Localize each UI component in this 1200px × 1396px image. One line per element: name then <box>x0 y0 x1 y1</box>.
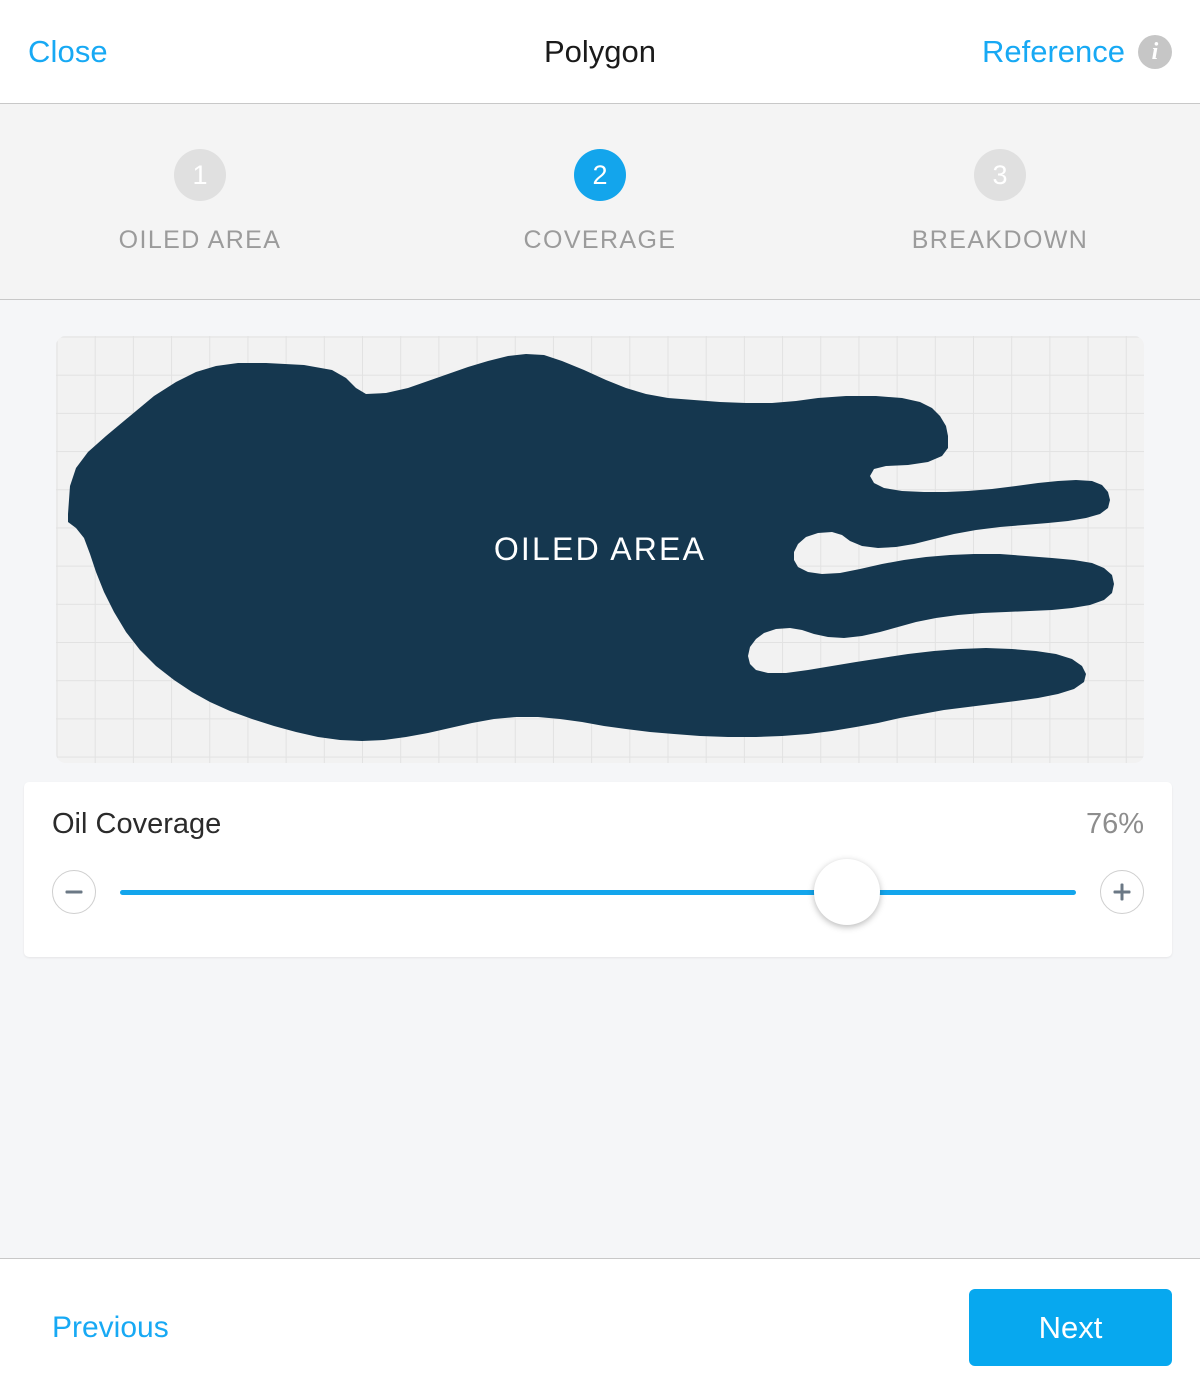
step-label-3: BREAKDOWN <box>911 226 1089 254</box>
oiled-area-polygon <box>68 354 1114 741</box>
slider-track[interactable] <box>120 889 1076 895</box>
slider-thumb[interactable] <box>813 859 880 925</box>
oiled-area-shape <box>68 354 1114 741</box>
app-header: Close Polygon Reference i <box>0 0 1200 104</box>
step-breakdown[interactable]: 3 BREAKDOWN <box>800 149 1200 255</box>
header-right-group: Reference i <box>982 34 1172 70</box>
main-content: OILED AREA Oil Coverage 76% <box>0 300 1200 1258</box>
step-number-2: 2 <box>573 149 626 201</box>
step-number-3: 3 <box>973 149 1026 201</box>
close-button[interactable]: Close <box>28 34 108 70</box>
wizard-footer: Previous Next <box>0 1258 1200 1396</box>
step-number-1: 1 <box>173 149 226 201</box>
info-icon[interactable]: i <box>1138 34 1172 69</box>
reference-button[interactable]: Reference <box>982 34 1125 70</box>
wizard-stepper: 1 OILED AREA 2 COVERAGE 3 BREAKDOWN <box>0 104 1200 300</box>
oil-coverage-value: 76% <box>1085 808 1144 840</box>
slider-track-area[interactable] <box>120 859 1076 925</box>
oil-coverage-label: Oil Coverage <box>52 808 222 840</box>
oil-coverage-card: Oil Coverage 76% <box>24 782 1172 957</box>
polygon-canvas[interactable]: OILED AREA <box>56 336 1144 763</box>
step-label-2: COVERAGE <box>523 226 677 254</box>
step-label-1: OILED AREA <box>118 226 282 254</box>
oil-coverage-header: Oil Coverage 76% <box>52 808 1144 841</box>
minus-icon[interactable] <box>52 870 96 914</box>
polygon-coverage-screen: Close Polygon Reference i 1 OILED AREA 2… <box>0 0 1200 1396</box>
previous-button[interactable]: Previous <box>28 1303 193 1353</box>
next-button[interactable]: Next <box>969 1289 1172 1366</box>
step-coverage[interactable]: 2 COVERAGE <box>400 149 800 255</box>
oil-coverage-slider-row <box>52 859 1144 925</box>
plus-icon[interactable] <box>1100 870 1144 914</box>
step-oiled-area[interactable]: 1 OILED AREA <box>0 149 400 255</box>
